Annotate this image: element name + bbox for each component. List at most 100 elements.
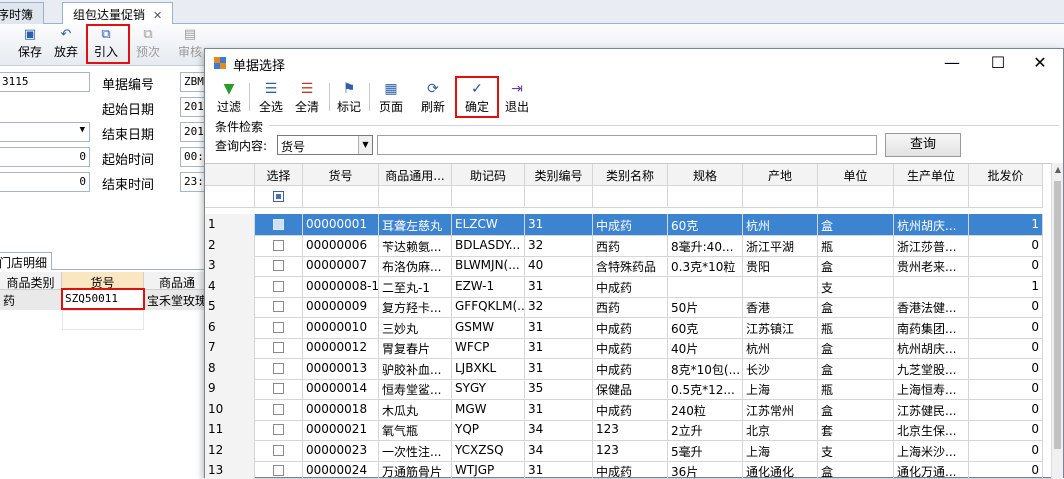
column-header-spec[interactable]: 规格 (668, 164, 743, 186)
column-header-select[interactable]: 选择 (255, 164, 303, 186)
row-checkbox[interactable] (273, 342, 284, 353)
table-row[interactable]: 13 00000024 万通筋骨片 WTJGP 31 中成药 36片 通化通化盒通化万通...… (205, 460, 1051, 479)
query-value-input[interactable] (377, 135, 877, 155)
filter-checkbox[interactable] (273, 191, 284, 202)
preview-button[interactable]: ⧉ 预次 (130, 26, 166, 62)
close-button[interactable]: ✕ (1017, 49, 1063, 77)
row-checkbox[interactable] (273, 280, 284, 292)
number-field-2[interactable]: 0 (0, 172, 90, 192)
clear-all-icon: ☰ (300, 81, 314, 97)
column-header-origin[interactable]: 产地 (743, 164, 818, 186)
audit-button[interactable]: ▤ 审核 (172, 26, 208, 62)
select-cell[interactable] (255, 275, 303, 298)
select-cell[interactable] (255, 460, 303, 479)
tab-bundle-promotion[interactable]: 组包达量促销 ✕ (62, 2, 174, 25)
table-row[interactable]: 1 00000001 耳聋左慈丸 ELZCW 31 中成药 60克 杭州盒杭州胡庆... 1 (205, 214, 1051, 236)
row-checkbox[interactable] (273, 301, 284, 312)
cell-generic-name: 苄达赖氨... (379, 234, 452, 257)
row-checkbox[interactable] (273, 444, 284, 456)
scroll-up-icon[interactable]: ▲ (1052, 163, 1064, 177)
column-header-item-no[interactable]: 货号 (303, 164, 379, 186)
table-row[interactable]: 5 00000009 复方羟卡... GFFQKLM(... 32 西药 50片 香港盒香港法… (205, 296, 1051, 318)
filter-cell-category-code[interactable] (525, 186, 593, 208)
column-header-generic-name[interactable]: 商品通用... (379, 164, 452, 186)
exit-button[interactable]: ⇥ 退出 (501, 79, 533, 115)
select-cell[interactable] (255, 255, 303, 277)
discard-button[interactable]: ↶ 放弃 (48, 26, 84, 62)
select-cell[interactable] (255, 234, 303, 257)
table-row[interactable]: 11 00000021 氧气瓶 YQP 34 123 2立升 北京套北京生保... 0 (205, 419, 1051, 441)
table-row[interactable]: 4 00000008-1 二至丸-1 EZW-1 31 中成药 支 1 (205, 275, 1051, 298)
table-row[interactable]: 12 00000023 一次性注... YCXZSQ 34 123 5毫升 上海支上海米沙..… (205, 439, 1051, 462)
cell-generic-name: 二至丸-1 (379, 275, 452, 298)
tab-journal[interactable]: 序时簿 (0, 2, 45, 24)
minimize-button[interactable]: — (929, 49, 975, 77)
row-checkbox[interactable] (273, 424, 284, 435)
query-button[interactable]: 查询 (885, 133, 961, 157)
cell-mnemonic: EZW-1 (452, 275, 525, 298)
cell-origin: 通化通化 (743, 460, 818, 479)
refresh-button[interactable]: ⟳ 刷新 (417, 79, 449, 115)
row-checkbox[interactable] (273, 383, 284, 394)
close-icon[interactable]: ✕ (153, 9, 162, 22)
select-cell[interactable] (255, 378, 303, 400)
filter-cell-mnemonic[interactable] (452, 186, 525, 208)
row-checkbox[interactable] (273, 219, 284, 230)
select-cell[interactable] (255, 316, 303, 339)
row-checkbox[interactable] (273, 239, 284, 251)
select-all-button[interactable]: ☰ 全选 (255, 79, 287, 115)
table-row[interactable]: 3 00000007 布洛伪麻... BLWMJN(... 40 含特殊药品 0.3克*10… (205, 255, 1051, 277)
row-checkbox[interactable] (273, 362, 284, 374)
select-cell[interactable] (255, 357, 303, 380)
table-row[interactable]: 8 00000013 驴胶补血... LJBXKL 31 中成药 8克*10包(... 长沙盒… (205, 357, 1051, 380)
vertical-scrollbar[interactable]: ▲ (1051, 163, 1063, 479)
filter-cell-item-no[interactable] (303, 186, 379, 208)
mark-button[interactable]: ⚑ 标记 (333, 79, 365, 115)
column-header-mnemonic[interactable]: 助记码 (452, 164, 525, 186)
page-button[interactable]: ▦ 页面 (375, 79, 407, 115)
select-cell[interactable] (255, 419, 303, 441)
table-row[interactable]: 6 00000010 三妙丸 GSMW 31 中成药 60克 江苏镇江瓶南药集团... 0 (205, 316, 1051, 339)
row-checkbox[interactable] (273, 403, 284, 415)
filter-checkbox-cell[interactable] (255, 186, 303, 208)
column-header-wholesale-price[interactable]: 批发价 (969, 164, 1043, 186)
table-row[interactable]: 2 00000006 苄达赖氨... BDLASDY... 32 西药 8毫升:40... 浙… (205, 234, 1051, 257)
save-button[interactable]: ▣ 保存 (12, 26, 48, 62)
cell-mnemonic: YCXZSQ (452, 439, 525, 462)
table-row[interactable]: 7 00000012 胃复春片 WFCP 31 中成药 40片 杭州盒杭州胡庆... 0 (205, 337, 1051, 359)
row-checkbox[interactable] (273, 260, 284, 271)
filter-cell-category-name[interactable] (593, 186, 668, 208)
maximize-button[interactable]: ☐ (975, 49, 1021, 77)
row-checkbox[interactable] (273, 465, 284, 476)
bill-id-field[interactable]: 3115 (0, 72, 90, 92)
cell-category-code: 35 (525, 378, 593, 400)
filter-cell-manufacturer[interactable] (894, 186, 969, 208)
filter-cell-wholesale-price[interactable] (969, 186, 1043, 208)
number-field-1[interactable]: 0 (0, 147, 90, 167)
start-time-label: 起始时间 (102, 153, 155, 168)
select-cell[interactable] (255, 398, 303, 421)
exit-icon: ⇥ (511, 81, 523, 97)
cell-wholesale-price: 0 (969, 398, 1043, 421)
query-field-select[interactable]: 货号 ▼ (277, 135, 373, 155)
column-header-category-code[interactable]: 类别编号 (525, 164, 593, 186)
tab-store-detail[interactable]: 门店明细 (0, 252, 53, 270)
select-cell[interactable] (255, 214, 303, 236)
filter-cell-unit[interactable] (818, 186, 894, 208)
filter-cell-origin[interactable] (743, 186, 818, 208)
table-row[interactable]: 9 00000014 恒寿堂鲨... SYGY 35 保健品 0.5克*12... 上海瓶上海… (205, 378, 1051, 400)
column-header-unit[interactable]: 单位 (818, 164, 894, 186)
dropdown-field[interactable]: ▼ (0, 122, 90, 142)
clear-all-button[interactable]: ☰ 全清 (291, 79, 323, 115)
table-row[interactable]: 10 00000018 木瓜丸 MGW 31 中成药 240粒 江苏常州盒江苏健民... 0 (205, 398, 1051, 421)
filter-button[interactable]: ▼ 过滤 (213, 79, 245, 115)
select-cell[interactable] (255, 439, 303, 462)
column-header-category-name[interactable]: 类别名称 (593, 164, 668, 186)
filter-cell-spec[interactable] (668, 186, 743, 208)
column-header-manufacturer[interactable]: 生产单位 (894, 164, 969, 186)
row-checkbox[interactable] (273, 321, 284, 333)
filter-cell-generic-name[interactable] (379, 186, 452, 208)
select-cell[interactable] (255, 296, 303, 318)
select-cell[interactable] (255, 337, 303, 359)
scroll-thumb[interactable] (1054, 181, 1061, 449)
